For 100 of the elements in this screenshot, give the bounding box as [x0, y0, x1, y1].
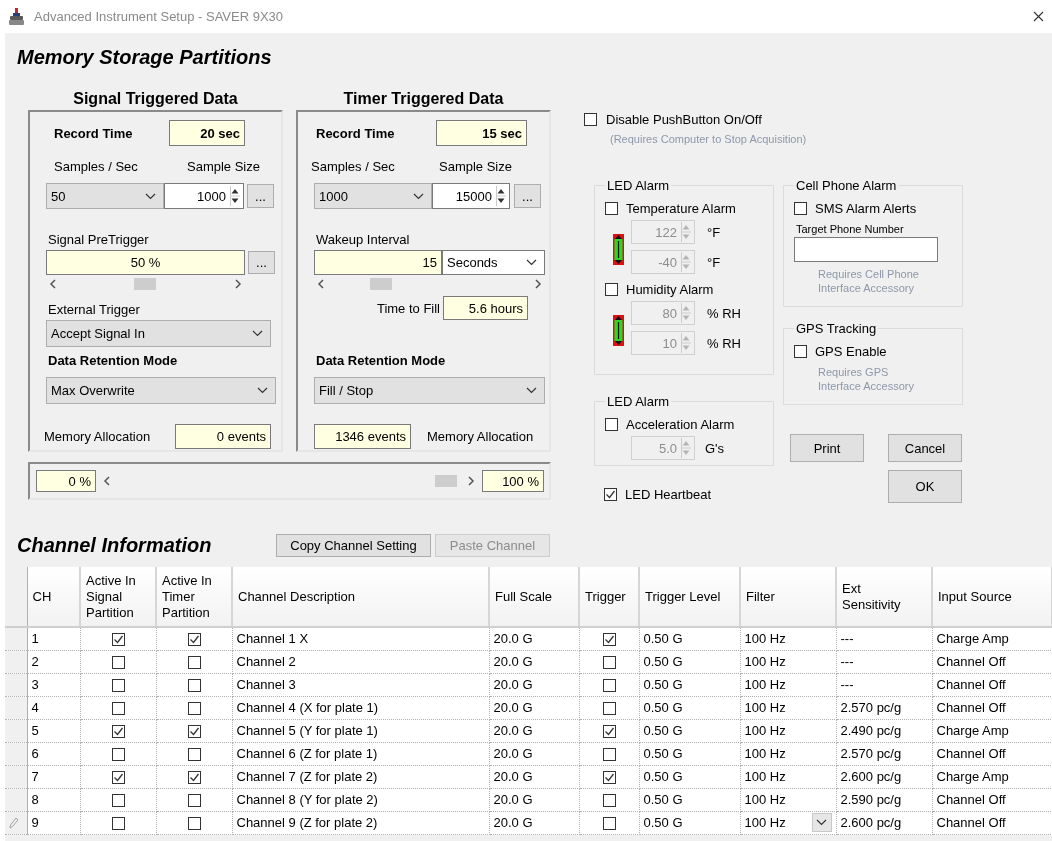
checkbox[interactable]	[602, 794, 616, 808]
dropdown[interactable]: Seconds	[442, 250, 545, 275]
dialog-button[interactable]: Print	[790, 434, 864, 462]
partition-field[interactable]: 0 %	[36, 470, 96, 492]
checkbox-label: LED Heartbeat	[625, 486, 711, 502]
dialog-button[interactable]: OK	[888, 470, 962, 503]
close-icon[interactable]	[1033, 11, 1044, 22]
checkbox[interactable]	[187, 817, 201, 831]
spin-field[interactable]: 15000	[432, 183, 510, 209]
spin-field[interactable]: 1000	[164, 183, 244, 209]
checkbox[interactable]	[584, 113, 597, 126]
field-label: Record Time	[316, 125, 396, 141]
checkbox[interactable]	[111, 748, 125, 762]
table-cell: 2.600 pc/g	[836, 811, 932, 834]
checkbox[interactable]	[602, 633, 616, 647]
more-button[interactable]: ...	[514, 184, 541, 208]
column-header[interactable]: Ext Sensitivity	[836, 567, 932, 627]
phone-number-field[interactable]	[794, 237, 938, 262]
pretrigger-field[interactable]: 50 %	[46, 250, 245, 275]
record-time-field[interactable]: 15 sec	[436, 120, 527, 146]
more-button[interactable]: ...	[247, 184, 274, 208]
checkbox[interactable]	[187, 771, 201, 785]
column-header[interactable]: Filter	[740, 567, 836, 627]
checkbox[interactable]	[111, 702, 125, 716]
dropdown[interactable]: 1000	[314, 183, 432, 209]
dropdown[interactable]: Accept Signal In	[46, 320, 271, 347]
table-cell: 2.570 pc/g	[836, 742, 932, 765]
allocation-field[interactable]: 0 events	[175, 424, 271, 449]
column-header[interactable]: Trigger Level	[639, 567, 740, 627]
table-cell: 2.600 pc/g	[836, 765, 932, 788]
chevron-down-icon	[413, 192, 424, 200]
chevron-down-icon	[257, 387, 268, 394]
column-header[interactable]: Input Source	[932, 567, 1052, 627]
allocation-field[interactable]: 1346 events	[314, 424, 411, 449]
column-header[interactable]: Active In Timer Partition	[156, 567, 232, 627]
checkbox[interactable]	[187, 656, 201, 670]
table-cell: 0.50 G	[639, 627, 740, 650]
column-header[interactable]: Trigger	[579, 567, 639, 627]
toolbar-button[interactable]: Copy Channel Setting	[276, 533, 431, 557]
field-label: Time to Fill	[375, 300, 440, 316]
checkbox[interactable]	[111, 656, 125, 670]
field-label: Target Phone Number	[796, 223, 905, 235]
dropdown-button[interactable]	[811, 813, 832, 832]
time-to-fill-field[interactable]: 5.6 hours	[443, 296, 528, 320]
checkbox[interactable]	[187, 748, 201, 762]
table-cell: 2.490 pc/g	[836, 719, 932, 742]
checkbox[interactable]	[187, 679, 201, 693]
table-cell: Charge Amp	[932, 627, 1052, 650]
panel-heading: Signal Triggered Data	[73, 89, 238, 109]
record-time-field[interactable]: 20 sec	[169, 120, 245, 146]
checkbox[interactable]	[605, 201, 618, 215]
checkbox[interactable]	[605, 417, 618, 431]
table-cell: 20.0 G	[489, 627, 579, 650]
table-cell: ---	[836, 627, 932, 650]
checkbox[interactable]	[794, 344, 807, 358]
app-icon	[8, 7, 25, 26]
table-cell: 5	[27, 719, 80, 742]
checkbox[interactable]	[111, 633, 125, 647]
checkbox[interactable]	[794, 201, 807, 215]
chevron-down-icon	[526, 259, 537, 266]
dialog-button[interactable]: Cancel	[888, 434, 962, 462]
wakeup-field[interactable]: 15	[314, 250, 442, 275]
checkbox[interactable]	[111, 679, 125, 693]
group-title: Cell Phone Alarm	[795, 178, 898, 193]
column-header[interactable]: Active In Signal Partition	[80, 567, 156, 627]
spin-arrows-icon[interactable]	[230, 186, 240, 206]
checkbox[interactable]	[187, 702, 201, 716]
checkbox[interactable]	[602, 702, 616, 716]
checkbox[interactable]	[187, 725, 201, 739]
dropdown[interactable]: Max Overwrite	[46, 377, 276, 404]
checkbox[interactable]	[111, 817, 125, 831]
partition-field[interactable]: 100 %	[482, 470, 544, 492]
checkbox[interactable]	[602, 748, 616, 762]
chevron-down-icon	[816, 819, 827, 826]
table-cell: 20.0 G	[489, 650, 579, 673]
column-header[interactable]: Full Scale	[489, 567, 579, 627]
checkbox[interactable]	[604, 487, 617, 501]
checkbox[interactable]	[602, 771, 616, 785]
checkbox[interactable]	[111, 725, 125, 739]
table-cell: Channel 1 X	[232, 627, 489, 650]
checkbox[interactable]	[602, 725, 616, 739]
checkbox[interactable]	[187, 794, 201, 808]
checkbox[interactable]	[111, 771, 125, 785]
column-header[interactable]: Channel Description	[232, 567, 489, 627]
field-label: Data Retention Mode	[316, 352, 446, 368]
spin-arrows-icon[interactable]	[496, 186, 506, 206]
dropdown[interactable]: 50	[46, 183, 164, 209]
range-indicator-icon	[613, 234, 624, 265]
checkbox[interactable]	[602, 656, 616, 670]
checkbox[interactable]	[111, 794, 125, 808]
checkbox[interactable]	[187, 633, 201, 647]
table-cell: 20.0 G	[489, 811, 579, 834]
checkbox[interactable]	[602, 679, 616, 693]
dropdown[interactable]: Fill / Stop	[314, 377, 545, 404]
table-cell: ---	[836, 650, 932, 673]
checkbox[interactable]	[602, 817, 616, 831]
table-cell: Channel Off	[932, 696, 1052, 719]
more-button[interactable]: ...	[248, 251, 275, 274]
column-header[interactable]: CH	[27, 567, 80, 627]
checkbox[interactable]	[605, 282, 618, 296]
